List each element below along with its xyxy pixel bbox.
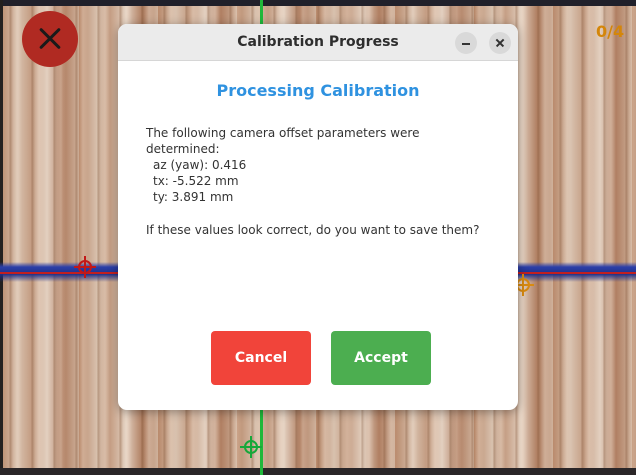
calibration-dialog: Calibration Progress Processing Calibrat… (118, 24, 518, 410)
param-tx: tx: -5.522 mm (153, 174, 239, 188)
param-yaw: az (yaw): 0.416 (153, 158, 247, 172)
red-crosshair-marker (74, 256, 96, 278)
dialog-heading: Processing Calibration (216, 81, 420, 100)
dialog-message: The following camera offset parameters w… (146, 125, 496, 238)
frame-border-top (0, 0, 636, 6)
progress-counter: 0/4 (596, 22, 625, 41)
close-camera-button[interactable] (22, 11, 78, 67)
window-close-button[interactable] (489, 32, 511, 54)
dialog-titlebar[interactable]: Calibration Progress (118, 24, 518, 61)
frame-border-left (0, 0, 3, 475)
accept-button[interactable]: Accept (331, 331, 431, 385)
minimize-button[interactable] (455, 32, 477, 54)
green-crosshair-marker (240, 436, 262, 458)
param-ty: ty: 3.891 mm (153, 190, 234, 204)
cancel-button[interactable]: Cancel (211, 331, 311, 385)
frame-border-bottom (0, 468, 636, 475)
confirm-question: If these values look correct, do you wan… (146, 223, 480, 237)
intro-text: The following camera offset parameters w… (146, 126, 420, 156)
